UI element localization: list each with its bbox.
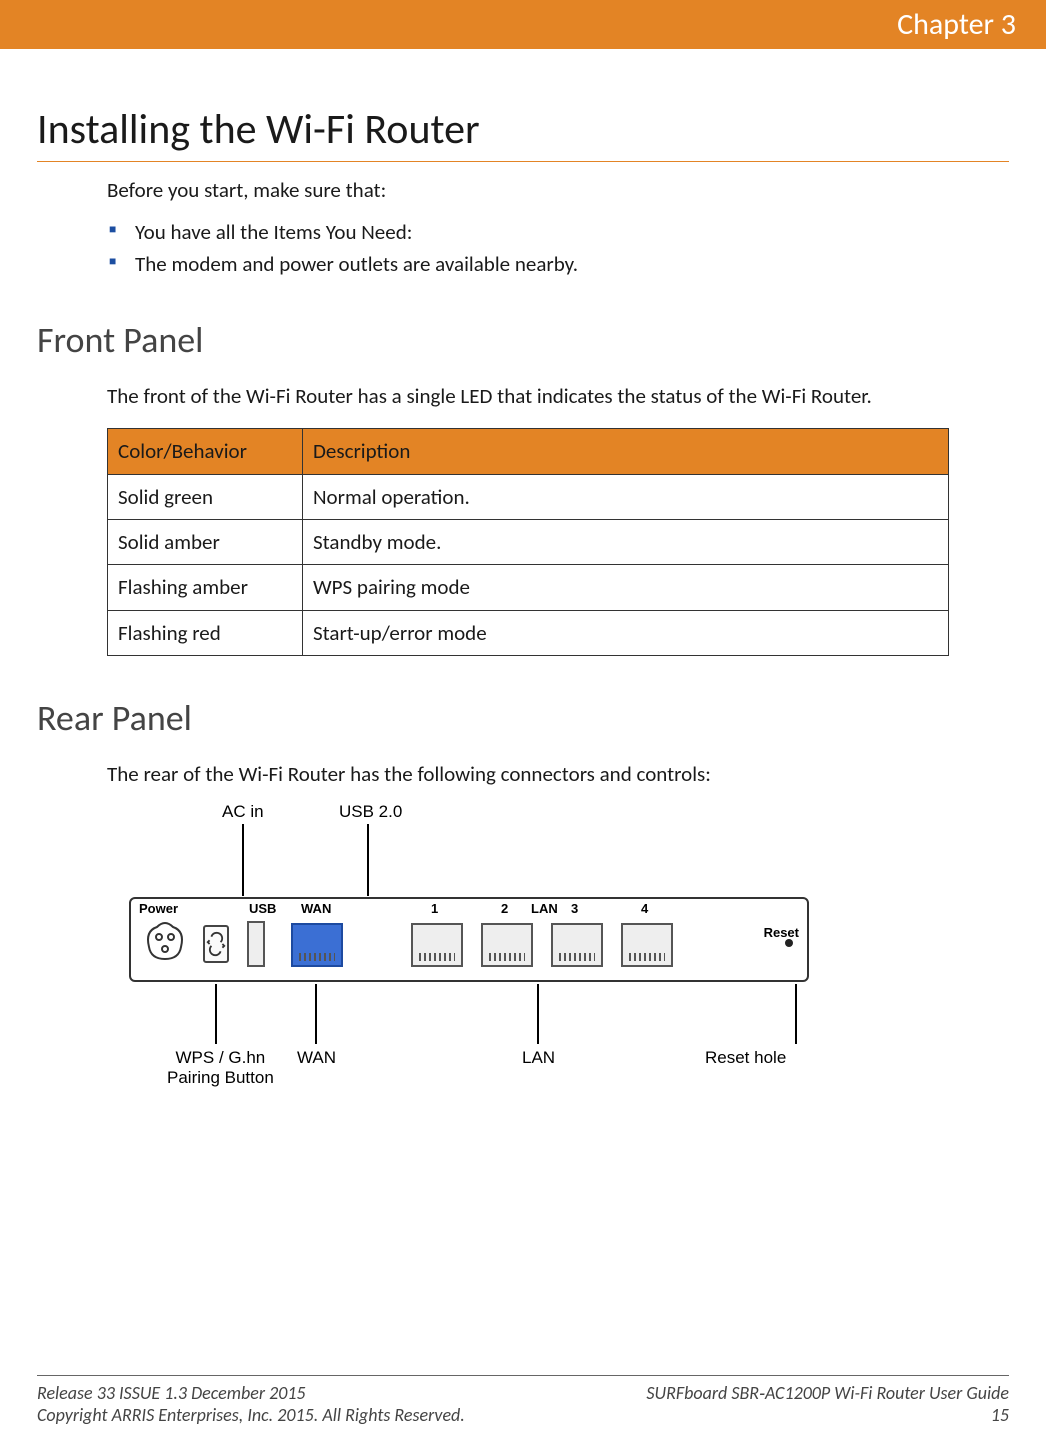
port-label-lan3: 3 [571,901,578,916]
table-cell: Flashing red [108,610,303,655]
table-cell: Solid green [108,474,303,519]
table-row: Solid green Normal operation. [108,474,949,519]
table-cell: Solid amber [108,520,303,565]
port-label-lan4: 4 [641,901,648,916]
table-header: Color/Behavior [108,429,303,474]
lan-port-icon [551,923,603,967]
table-cell: WPS pairing mode [303,565,949,610]
led-status-table: Color/Behavior Description Solid green N… [107,428,949,656]
leader-line [537,984,539,1044]
label-ac-in: AC in [222,802,264,822]
front-panel-text: The front of the Wi-Fi Router has a sing… [107,382,1009,410]
port-label-lan: LAN [531,901,558,916]
footer-doc-title: SURFboard SBR‑AC1200P Wi-Fi Router User … [646,1382,1009,1404]
table-row: Solid amber Standby mode. [108,520,949,565]
bullet-item: The modem and power outlets are availabl… [107,250,1009,278]
table-cell: Start-up/error mode [303,610,949,655]
footer-release: Release 33 ISSUE 1.3 December 2015 [37,1382,306,1404]
port-label-reset: Reset [764,925,799,940]
label-reset-hole: Reset hole [705,1048,786,1068]
intro-bullets: You have all the Items You Need: The mod… [107,218,1009,278]
wps-button-icon [203,925,229,963]
rear-panel-diagram: AC in USB 2.0 Power USB WAN 1 2 LAN 3 4 … [107,802,867,1112]
lan-port-icon [621,923,673,967]
leader-line [242,824,244,896]
usb-port-icon [247,921,265,967]
intro-text: Before you start, make sure that: [107,176,1009,204]
front-panel-heading: Front Panel [37,318,1009,362]
rear-panel-heading: Rear Panel [37,696,1009,740]
label-lan: LAN [522,1048,555,1068]
chapter-header: Chapter 3 [0,0,1046,49]
port-label-wan: WAN [301,901,331,916]
table-cell: Flashing amber [108,565,303,610]
wan-port-icon [291,923,343,967]
table-row: Color/Behavior Description [108,429,949,474]
label-wan: WAN [297,1048,336,1068]
bullet-item: You have all the Items You Need: [107,218,1009,246]
leader-line [367,824,369,896]
port-label-lan2: 2 [501,901,508,916]
port-label-power: Power [139,901,178,916]
rear-panel-body: Power USB WAN 1 2 LAN 3 4 Reset [129,897,809,982]
port-label-lan1: 1 [431,901,438,916]
leader-line [795,984,797,1044]
lan-port-icon [411,923,463,967]
leader-line [315,984,317,1044]
port-label-usb: USB [249,901,276,916]
reset-hole-icon [785,939,793,947]
table-header: Description [303,429,949,474]
table-row: Flashing red Start-up/error mode [108,610,949,655]
leader-line [215,984,217,1044]
lan-port-icon [481,923,533,967]
table-row: Flashing amber WPS pairing mode [108,565,949,610]
chapter-label: Chapter 3 [897,6,1016,43]
power-port-icon [141,917,189,965]
footer-page-number: 15 [991,1404,1009,1426]
label-usb20: USB 2.0 [339,802,402,822]
table-cell: Normal operation. [303,474,949,519]
page-footer: Release 33 ISSUE 1.3 December 2015 SURFb… [37,1375,1009,1426]
rear-panel-text: The rear of the Wi-Fi Router has the fol… [107,760,1009,788]
page-title: Installing the Wi-Fi Router [37,104,1009,162]
footer-copyright: Copyright ARRIS Enterprises, Inc. 2015. … [37,1404,465,1426]
label-wps: WPS / G.hn Pairing Button [167,1048,274,1088]
table-cell: Standby mode. [303,520,949,565]
